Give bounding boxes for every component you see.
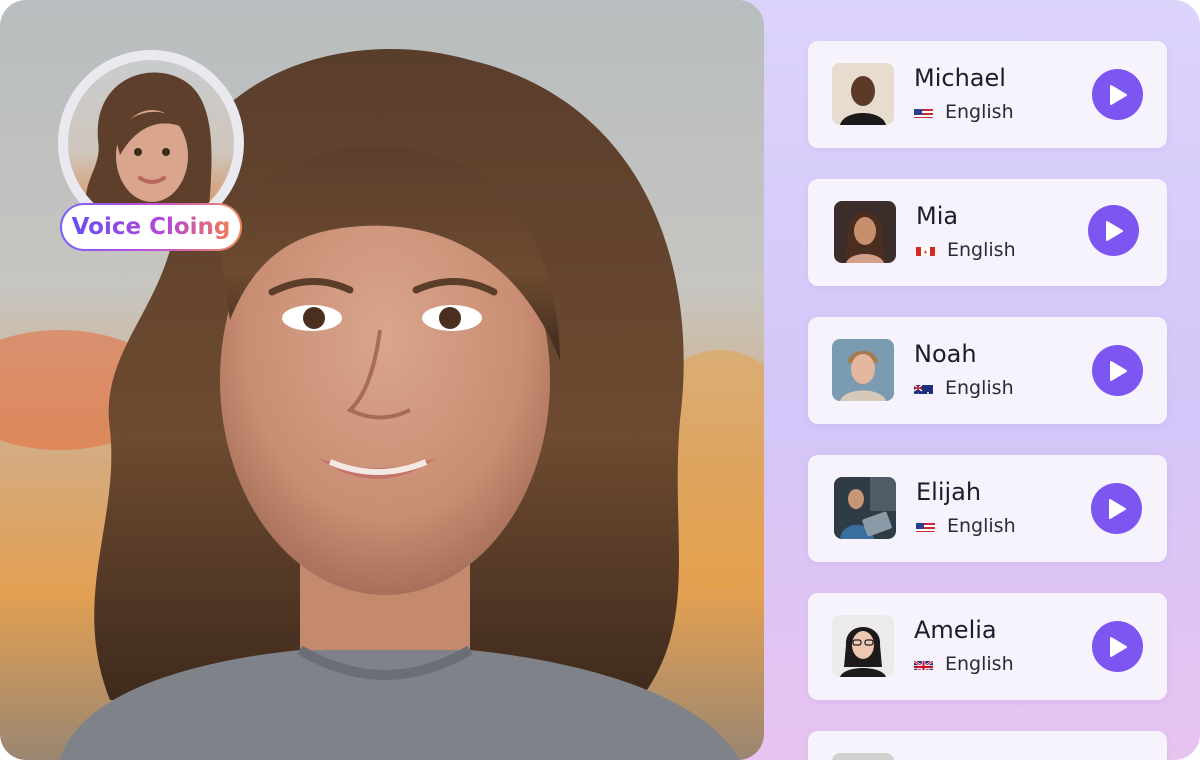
voice-name: Noah bbox=[914, 340, 977, 368]
us-flag-icon bbox=[916, 520, 935, 532]
voice-avatar-elijah bbox=[834, 477, 896, 539]
us-flag-icon bbox=[914, 106, 933, 118]
ca-flag-icon bbox=[916, 244, 935, 256]
voice-cloning-badge: Voice Cloing bbox=[60, 203, 242, 251]
voice-card-elijah[interactable]: Elijah English bbox=[808, 455, 1167, 562]
voice-name: Mia bbox=[916, 202, 959, 230]
uk-flag-icon bbox=[914, 658, 933, 670]
voice-card-michael[interactable]: Michael English bbox=[808, 41, 1167, 148]
play-button[interactable] bbox=[1092, 621, 1143, 672]
voice-avatar-amelia bbox=[832, 615, 894, 677]
app-canvas: Voice Cloing Michael English Mia English… bbox=[0, 0, 1200, 760]
voice-card-amelia[interactable]: Amelia English bbox=[808, 593, 1167, 700]
voice-name: Amelia bbox=[914, 616, 997, 644]
play-button[interactable] bbox=[1092, 345, 1143, 396]
voice-avatar-michael bbox=[832, 63, 894, 125]
voice-language: English bbox=[945, 377, 1014, 399]
play-icon bbox=[1108, 498, 1126, 519]
voice-name: Elijah bbox=[916, 478, 982, 506]
voice-language: English bbox=[947, 239, 1016, 261]
play-button[interactable] bbox=[1088, 205, 1139, 256]
play-icon bbox=[1105, 220, 1123, 241]
voice-card-partial[interactable] bbox=[808, 731, 1167, 760]
play-icon bbox=[1109, 84, 1127, 105]
voice-card-mia[interactable]: Mia English bbox=[808, 179, 1167, 286]
voice-language: English bbox=[945, 101, 1014, 123]
au-flag-icon bbox=[914, 382, 933, 394]
voice-cloning-badge-label: Voice Cloing bbox=[71, 214, 231, 240]
voice-avatar-partial bbox=[832, 753, 894, 760]
play-icon bbox=[1109, 636, 1127, 657]
avatar-portrait-illustration bbox=[85, 72, 212, 220]
voice-name: Michael bbox=[914, 64, 1006, 92]
play-button[interactable] bbox=[1091, 483, 1142, 534]
play-button[interactable] bbox=[1092, 69, 1143, 120]
voice-language: English bbox=[947, 515, 1016, 537]
voice-card-noah[interactable]: Noah English bbox=[808, 317, 1167, 424]
voice-avatar-mia bbox=[834, 201, 896, 263]
voice-avatar-noah bbox=[832, 339, 894, 401]
voice-language: English bbox=[945, 653, 1014, 675]
play-icon bbox=[1109, 360, 1127, 381]
